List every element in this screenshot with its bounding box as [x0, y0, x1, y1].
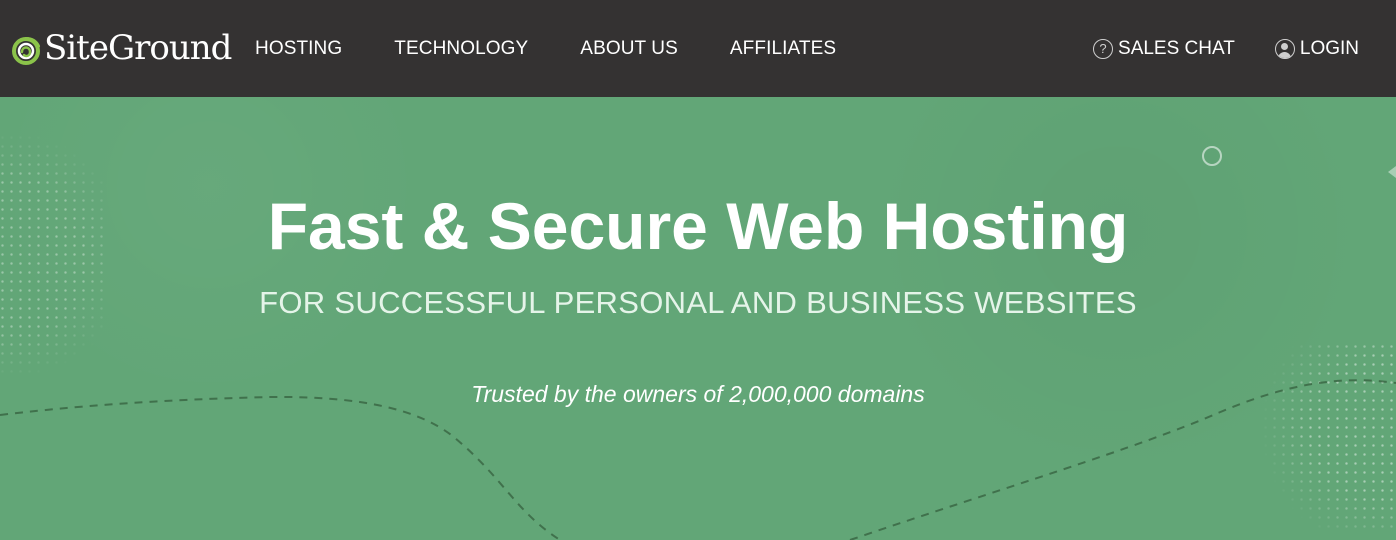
- login-label: LOGIN: [1299, 37, 1359, 59]
- decorative-ring: [1202, 146, 1222, 166]
- primary-nav: HOSTING TECHNOLOGY ABOUT US AFFILIATES: [255, 0, 836, 97]
- nav-hosting[interactable]: HOSTING: [255, 38, 342, 60]
- question-circle-icon: ?: [1093, 38, 1114, 59]
- decorative-dot-pattern-right: [1261, 342, 1396, 532]
- hero-tagline: Trusted by the owners of 2,000,000 domai…: [471, 381, 925, 407]
- siteground-logo-icon: [12, 37, 40, 65]
- nav-technology[interactable]: TECHNOLOGY: [394, 38, 528, 60]
- decorative-triangle: [1388, 163, 1396, 181]
- login-link[interactable]: LOGIN: [1274, 37, 1359, 60]
- top-navigation: SiteGround HOSTING TECHNOLOGY ABOUT US A…: [0, 0, 1396, 97]
- nav-about-us[interactable]: ABOUT US: [580, 38, 678, 60]
- brand-name: SiteGround: [44, 28, 232, 68]
- utility-nav: ? SALES CHAT LOGIN: [1093, 0, 1359, 97]
- hero-subtitle: FOR SUCCESSFUL PERSONAL AND BUSINESS WEB…: [259, 285, 1137, 320]
- sales-chat-link[interactable]: ? SALES CHAT: [1093, 38, 1235, 60]
- hero-title: Fast & Secure Web Hosting: [267, 189, 1129, 263]
- nav-affiliates[interactable]: AFFILIATES: [730, 38, 836, 60]
- user-circle-icon: [1274, 38, 1295, 59]
- sales-chat-label: SALES CHAT: [1118, 37, 1235, 59]
- hero-section: Fast & Secure Web Hosting FOR SUCCESSFUL…: [0, 97, 1396, 540]
- siteground-logo-link[interactable]: SiteGround: [12, 24, 232, 74]
- siteground-page: SiteGround HOSTING TECHNOLOGY ABOUT US A…: [0, 0, 1396, 540]
